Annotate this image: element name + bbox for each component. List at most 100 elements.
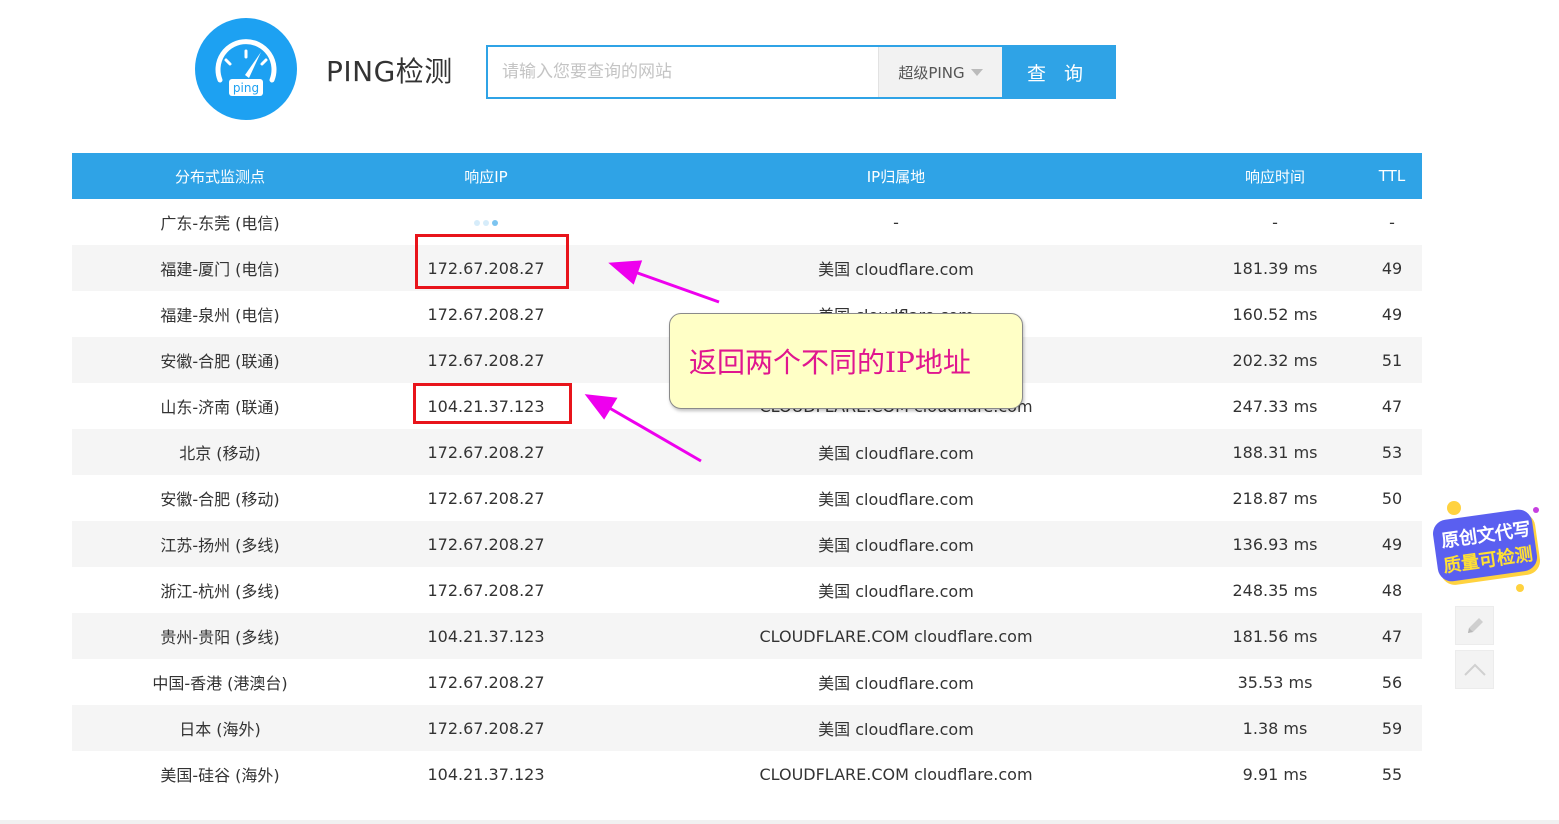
ttl-cell: 49 <box>1362 245 1422 291</box>
location-cell: 美国 cloudflare.com <box>818 490 974 509</box>
caret-down-icon <box>970 68 983 76</box>
ip-cell: 172.67.208.27 <box>368 337 604 383</box>
table-row: 北京 (移动) 172.67.208.27 美国 cloudflare.com 188… <box>72 429 1422 475</box>
location-cell: 美国 cloudflare.com <box>604 521 1188 567</box>
time-cell: - <box>1272 212 1278 232</box>
time-cell: 188.31 ms <box>1188 429 1362 475</box>
ttl-cell: 56 <box>1381 672 1403 692</box>
ip-highlight-box <box>415 234 569 289</box>
table-header-row: 分布式监测点 响应IP IP归属地 响应时间 TTL <box>72 153 1422 199</box>
ttl-cell: 49 <box>1362 521 1422 567</box>
page-title: PING检测 <box>326 55 453 88</box>
annotation-callout: 返回两个不同的IP地址 <box>669 313 1023 409</box>
footer-divider <box>0 820 1559 824</box>
time-cell: 160.52 ms <box>1232 304 1318 324</box>
location-cell: 美国 cloudflare.com <box>604 429 1188 475</box>
ttl-cell: 49 <box>1381 304 1403 324</box>
node-cell: 江苏-扬州 (多线) <box>72 521 368 567</box>
chevron-up-icon <box>1463 663 1486 676</box>
ip-cell: 172.67.208.27 <box>368 429 604 475</box>
ping-logo: ping <box>195 18 297 120</box>
ttl-cell: 47 <box>1381 396 1403 416</box>
node-cell: 浙江-杭州 (多线) <box>160 582 280 601</box>
node-cell: 中国-香港 (港澳台) <box>152 674 288 693</box>
time-cell: 35.53 ms <box>1237 672 1313 692</box>
time-cell: 181.39 ms <box>1188 245 1362 291</box>
pencil-icon <box>1467 617 1483 633</box>
table-row: 日本 (海外) 172.67.208.27 美国 cloudflare.com 1.3… <box>72 705 1422 751</box>
loading-dots-icon <box>474 220 498 226</box>
ttl-cell: 50 <box>1381 488 1403 508</box>
promo-badge[interactable]: 原创文代写 质量可检测 <box>1432 500 1544 592</box>
location-cell: - <box>893 212 899 232</box>
location-cell: 美国 cloudflare.com <box>604 245 1188 291</box>
column-header: TTL <box>1362 153 1422 199</box>
node-cell: 山东-济南 (联通) <box>160 398 280 417</box>
ip-highlight-box <box>413 383 572 424</box>
ttl-cell: 48 <box>1381 580 1403 600</box>
column-header: IP归属地 <box>604 153 1188 199</box>
time-cell: 218.87 ms <box>1232 488 1318 508</box>
node-cell: 安徽-合肥 (联通) <box>72 337 368 383</box>
table-row: 美国-硅谷 (海外) 104.21.37.123 CLOUDFLARE.COM cl… <box>72 751 1422 797</box>
promo-badge-graphic: 原创文代写 质量可检测 <box>1433 501 1541 592</box>
location-cell: 美国 cloudflare.com <box>818 582 974 601</box>
back-to-top-button[interactable] <box>1455 650 1494 689</box>
time-cell: 181.56 ms <box>1188 613 1362 659</box>
table-row: 浙江-杭州 (多线) 172.67.208.27 美国 cloudflare.com… <box>72 567 1422 613</box>
ip-cell: 172.67.208.27 <box>427 580 545 600</box>
ip-cell: 172.67.208.27 <box>368 521 604 567</box>
query-button[interactable]: 查 询 <box>1002 47 1114 97</box>
table-body: 广东-东莞 (电信) - - - 福建-厦门 (电信) 172.67.208.27 美国 c… <box>72 199 1422 797</box>
location-cell: CLOUDFLARE.COM cloudflare.com <box>604 613 1188 659</box>
table-row: 中国-香港 (港澳台) 172.67.208.27 美国 cloudflare.co… <box>72 659 1422 705</box>
ttl-cell: 53 <box>1362 429 1422 475</box>
column-header: 响应IP <box>368 153 604 199</box>
time-cell: 136.93 ms <box>1188 521 1362 567</box>
ttl-cell: 47 <box>1362 613 1422 659</box>
ping-mode-select[interactable]: 超级PING <box>878 47 1002 97</box>
ip-cell: 104.21.37.123 <box>368 613 604 659</box>
time-cell: 9.91 ms <box>1242 764 1308 784</box>
callout-text: 返回两个不同的IP地址 <box>689 346 971 379</box>
time-cell: 202.32 ms <box>1188 337 1362 383</box>
node-cell: 贵州-贵阳 (多线) <box>72 613 368 659</box>
ip-cell: 172.67.208.27 <box>427 304 545 324</box>
ip-cell: 172.67.208.27 <box>427 672 545 692</box>
table-row: 贵州-贵阳 (多线) 104.21.37.123 CLOUDFLARE.COM cl… <box>72 613 1422 659</box>
search-input[interactable] <box>488 47 878 97</box>
ip-cell: 172.67.208.27 <box>427 488 545 508</box>
node-cell: 广东-东莞 (电信) <box>160 214 280 233</box>
ttl-cell: - <box>1389 212 1395 232</box>
ping-mode-label: 超级PING <box>898 63 965 82</box>
time-cell: 247.33 ms <box>1232 396 1318 416</box>
node-cell: 安徽-合肥 (移动) <box>160 490 280 509</box>
node-cell: 日本 (海外) <box>72 705 368 751</box>
node-cell: 北京 (移动) <box>72 429 368 475</box>
ttl-cell: 51 <box>1362 337 1422 383</box>
column-header: 响应时间 <box>1188 153 1362 199</box>
ttl-cell: 55 <box>1381 764 1403 784</box>
node-cell: 美国-硅谷 (海外) <box>160 766 280 785</box>
node-cell: 福建-厦门 (电信) <box>72 245 368 291</box>
time-cell: 248.35 ms <box>1232 580 1318 600</box>
ping-results-table: 分布式监测点 响应IP IP归属地 响应时间 TTL 广东-东莞 (电信) - - -… <box>72 153 1422 797</box>
ip-cell: 172.67.208.27 <box>368 705 604 751</box>
speedometer-icon: ping <box>215 39 277 96</box>
logo-text: ping <box>233 81 259 95</box>
location-cell: 美国 cloudflare.com <box>818 674 974 693</box>
table-row: 广东-东莞 (电信) - - - <box>72 199 1422 245</box>
ttl-cell: 59 <box>1362 705 1422 751</box>
edit-button[interactable] <box>1455 606 1494 645</box>
table-row: 安徽-合肥 (移动) 172.67.208.27 美国 cloudflare.com… <box>72 475 1422 521</box>
ip-cell: 104.21.37.123 <box>427 764 545 784</box>
ping-page: ping PING检测 超级PING 查 询 分布式监测点 响应IP IP归属地… <box>0 0 1559 824</box>
table-row: 福建-厦门 (电信) 172.67.208.27 美国 cloudflare.com… <box>72 245 1422 291</box>
table-row: 江苏-扬州 (多线) 172.67.208.27 美国 cloudflare.com… <box>72 521 1422 567</box>
location-cell: CLOUDFLARE.COM cloudflare.com <box>759 764 1033 784</box>
location-cell: 美国 cloudflare.com <box>604 705 1188 751</box>
time-cell: 1.38 ms <box>1188 705 1362 751</box>
column-header: 分布式监测点 <box>72 153 368 199</box>
search-bar: 超级PING 查 询 <box>486 45 1116 99</box>
node-cell: 福建-泉州 (电信) <box>160 306 280 325</box>
